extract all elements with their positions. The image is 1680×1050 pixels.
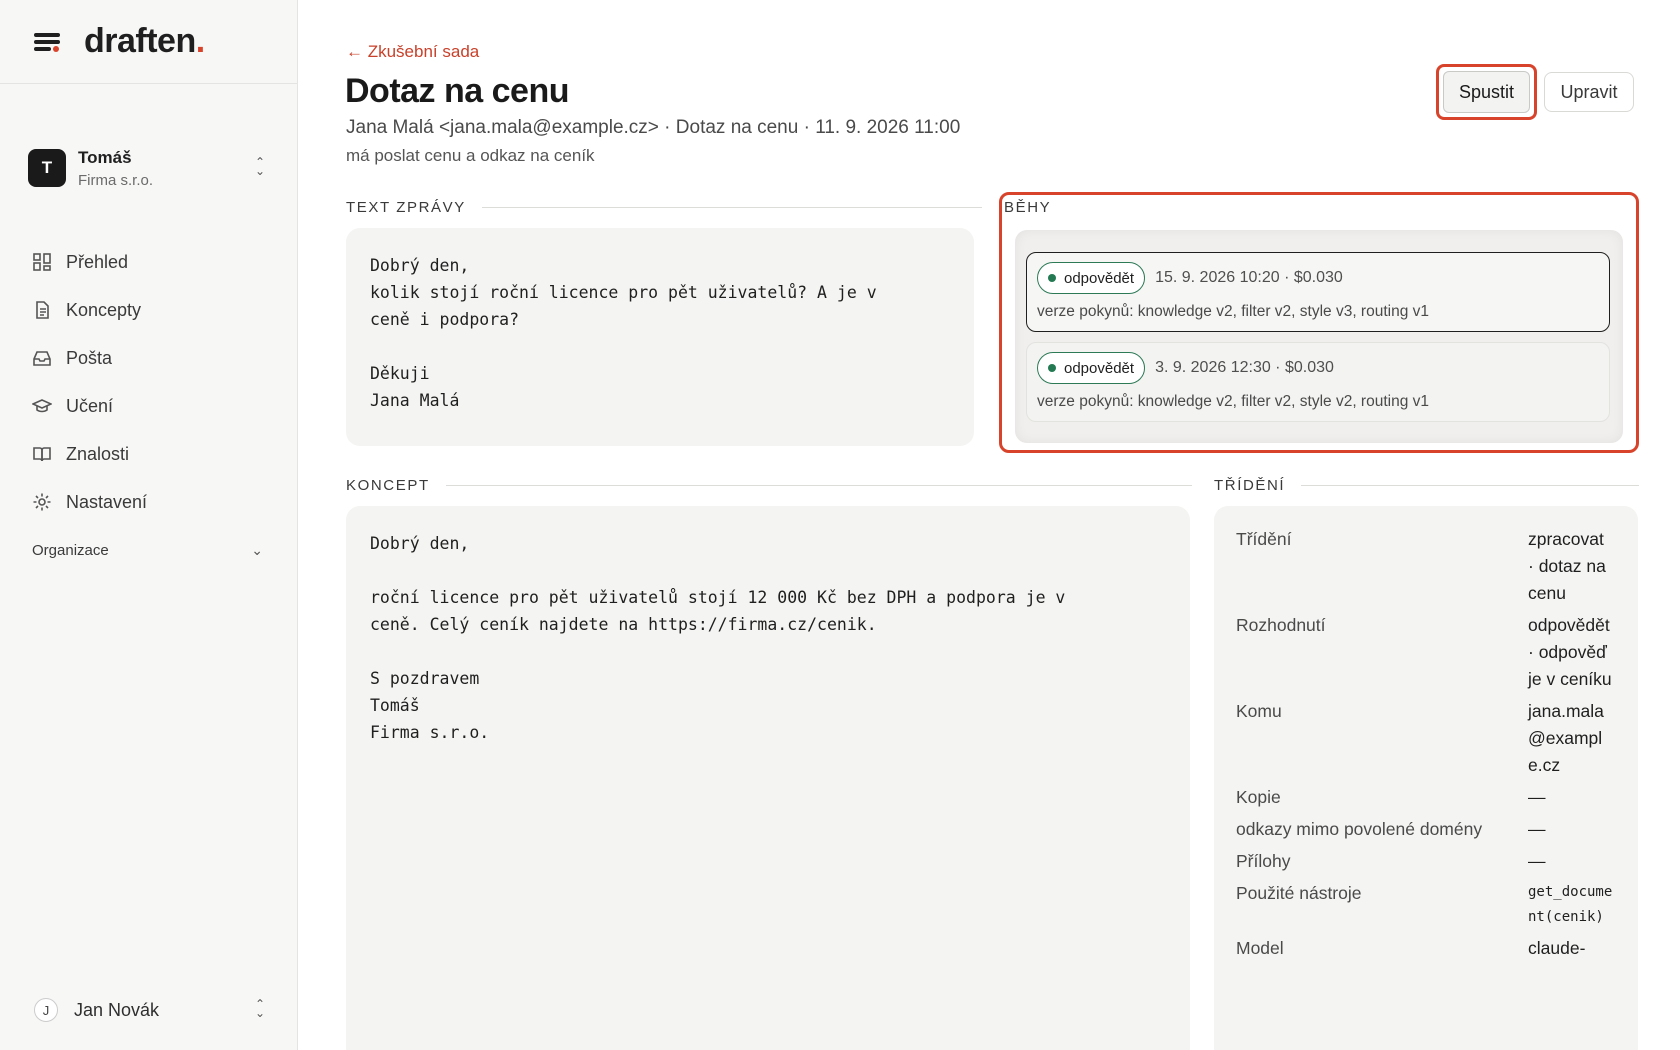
- run-timestamp: 15. 9. 2026 10:20 · $0.030: [1155, 269, 1343, 286]
- user-avatar: J: [34, 998, 58, 1022]
- triage-row: Komu jana.mala@example.cz: [1236, 698, 1616, 779]
- main-nav: Přehled Koncepty Pošta Učení Znalosti Na…: [0, 238, 297, 526]
- organization-label: Organizace: [32, 542, 109, 559]
- status-badge: odpovědět: [1037, 262, 1146, 294]
- section-triage-label: TŘÍDĚNÍ: [1214, 477, 1640, 494]
- account-name: Tomáš: [78, 147, 132, 167]
- triage-key: Použité nástroje: [1236, 883, 1362, 903]
- nav-item-koncepty[interactable]: Koncepty: [32, 286, 297, 334]
- triage-key: Třídění: [1236, 529, 1292, 549]
- nav-label: Koncepty: [66, 299, 142, 320]
- message-body: Dobrý den, kolik stojí roční licence pro…: [370, 256, 877, 410]
- run-button-highlight: Spustit: [1436, 64, 1537, 120]
- triage-value: —: [1528, 787, 1546, 807]
- status-dot-icon: [1048, 364, 1056, 372]
- account-org: Firma s.r.o.: [78, 171, 154, 189]
- run-item[interactable]: odpovědět 15. 9. 2026 10:20 · $0.030 ver…: [1026, 252, 1610, 332]
- triage-value: zpracovat · dotaz na cenu: [1528, 529, 1606, 603]
- organization-group[interactable]: Organizace ⌄: [32, 542, 263, 559]
- triage-value: odpovědět · odpověď je v ceníku: [1528, 615, 1612, 689]
- triage-value: —: [1528, 819, 1546, 839]
- triage-panel: Třídění zpracovat · dotaz na cenu Rozhodn…: [1214, 506, 1638, 1050]
- menu-icon[interactable]: [34, 31, 60, 53]
- run-versions: verze pokynů: knowledge v2, filter v2, s…: [1037, 393, 1430, 410]
- triage-row: Přílohy —: [1236, 848, 1616, 875]
- triage-row: Rozhodnutí odpovědět · odpověď je v ceník…: [1236, 612, 1616, 693]
- triage-value: get_document(cenik): [1528, 884, 1613, 925]
- logo[interactable]: draften.: [84, 22, 205, 61]
- section-message-label: TEXT ZPRÁVY: [346, 199, 982, 216]
- triage-row: Použité nástroje get_document(cenik): [1236, 880, 1616, 930]
- book-icon: [33, 447, 51, 462]
- nav-label: Učení: [66, 395, 114, 416]
- account-avatar: T: [28, 149, 66, 187]
- triage-value: claude-: [1528, 938, 1586, 958]
- triage-key: Přílohy: [1236, 851, 1291, 871]
- draft-box: Dobrý den, roční licence pro pět uživate…: [346, 506, 1190, 1050]
- nav-label: Pošta: [66, 347, 113, 368]
- message-box: Dobrý den, kolik stojí roční licence pro…: [346, 228, 974, 446]
- account-switcher[interactable]: T Tomáš Firma s.r.o. ⌃ ⌄: [0, 84, 297, 222]
- run-timestamp: 3. 9. 2026 12:30 · $0.030: [1155, 359, 1334, 376]
- brand-bar: draften.: [0, 0, 297, 84]
- triage-row: odkazy mimo povolené domény —: [1236, 816, 1616, 843]
- status-badge: odpovědět: [1037, 352, 1146, 384]
- triage-row: Kopie —: [1236, 784, 1616, 811]
- graduation-cap-icon: [32, 399, 52, 413]
- chevron-down-icon: ⌄: [251, 542, 263, 558]
- nav-item-znalosti[interactable]: Znalosti: [32, 430, 297, 478]
- document-icon: [36, 301, 49, 319]
- triage-key: Model: [1236, 938, 1284, 958]
- draft-body: Dobrý den, roční licence pro pět uživate…: [370, 534, 1066, 742]
- nav-label: Nastavení: [66, 491, 148, 512]
- section-draft-label: KONCEPT: [346, 477, 1192, 494]
- triage-key: odkazy mimo povolené domény: [1236, 819, 1483, 839]
- grid-icon: [33, 253, 51, 271]
- nav-item-prehled[interactable]: Přehled: [32, 238, 297, 286]
- message-meta: Jana Malá <jana.mala@example.cz> · Dotaz…: [346, 117, 961, 138]
- user-name: Jan Novák: [74, 999, 160, 1020]
- triage-key: Kopie: [1236, 787, 1281, 807]
- triage-key: Rozhodnutí: [1236, 615, 1326, 635]
- triage-key: Komu: [1236, 701, 1282, 721]
- user-menu[interactable]: J Jan Novák ⌃ ⌄: [34, 998, 267, 1022]
- run-item[interactable]: odpovědět 3. 9. 2026 12:30 · $0.030 verz…: [1026, 342, 1610, 422]
- chevron-up-down-icon[interactable]: ⌃ ⌄: [253, 998, 267, 1020]
- triage-value: jana.mala@example.cz: [1528, 701, 1604, 775]
- page-title: Dotaz na cenu: [345, 72, 569, 110]
- nav-label: Přehled: [66, 251, 129, 272]
- chevron-up-down-icon[interactable]: ⌃ ⌄: [253, 156, 267, 178]
- triage-value: —: [1528, 851, 1546, 871]
- status-dot-icon: [1048, 274, 1056, 282]
- nav-label: Znalosti: [66, 443, 130, 464]
- inbox-icon: [33, 351, 51, 366]
- back-link[interactable]: ← Zkušební sada: [346, 42, 479, 62]
- sidebar: draften. T Tomáš Firma s.r.o. ⌃ ⌄ Přehled…: [0, 0, 298, 1050]
- run-versions: verze pokynů: knowledge v2, filter v2, s…: [1037, 303, 1430, 320]
- section-runs-label: BĚHY: [1004, 199, 1052, 216]
- edit-button[interactable]: Upravit: [1544, 72, 1634, 112]
- main-content: ← Zkušební sada Dotaz na cenu Jana Malá …: [298, 0, 1680, 1050]
- expectation-note: má poslat cenu a odkaz na ceník: [346, 146, 595, 165]
- triage-row: Model claude-: [1236, 935, 1616, 962]
- run-button[interactable]: Spustit: [1443, 71, 1530, 113]
- gear-icon: [33, 493, 51, 511]
- nav-item-posta[interactable]: Pošta: [32, 334, 297, 382]
- nav-item-uceni[interactable]: Učení: [32, 382, 297, 430]
- triage-row: Třídění zpracovat · dotaz na cenu: [1236, 526, 1616, 607]
- nav-item-nastaveni[interactable]: Nastavení: [32, 478, 297, 526]
